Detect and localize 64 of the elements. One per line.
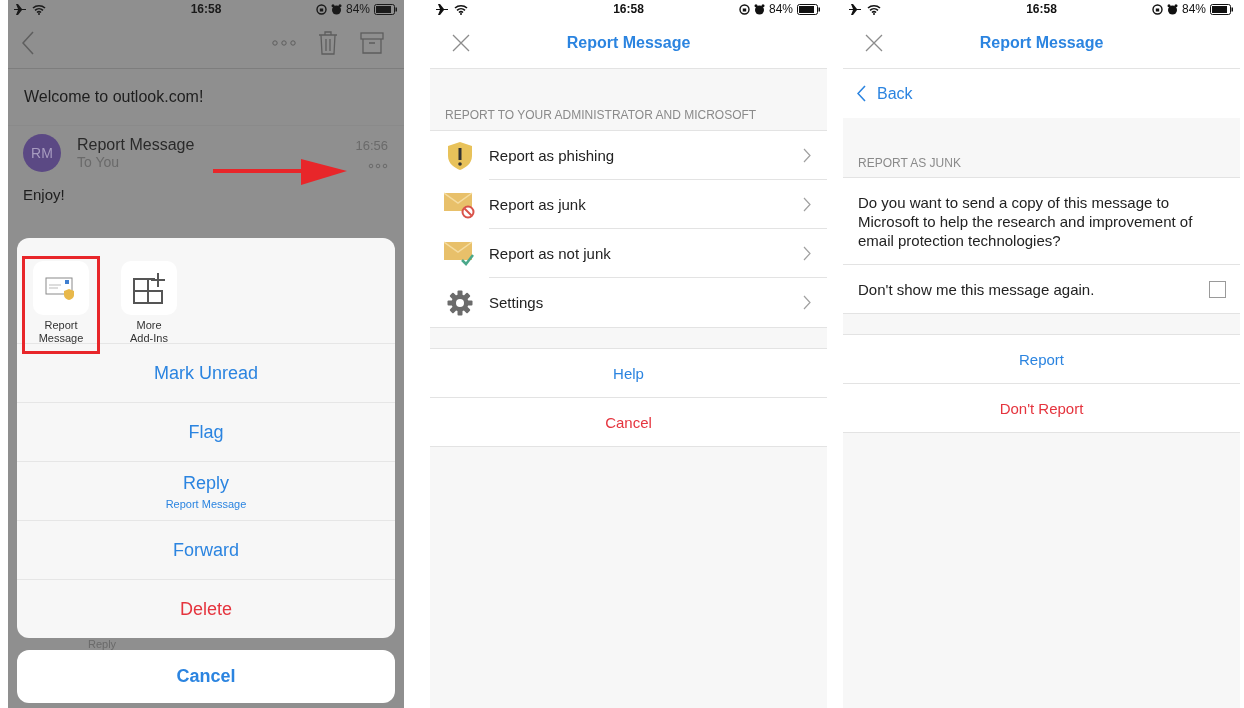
checkbox[interactable] [1209,280,1226,298]
status-time: 16:58 [613,2,644,16]
alarm-icon [330,3,342,15]
add-in-tile[interactable] [33,261,89,315]
wifi-icon [32,3,46,15]
text-button[interactable]: Don't Report [843,384,1240,433]
screen-title: Report Message [566,34,691,52]
action-option[interactable]: Flag [17,403,395,462]
alarm-icon [1166,3,1178,15]
back-icon[interactable] [22,31,34,55]
envelope-shield-icon [45,276,77,300]
battery-icon [1210,3,1234,15]
avatar: RM [23,134,61,172]
back-button[interactable]: Back [857,84,913,103]
battery-icon [374,3,398,15]
action-option[interactable]: Mark Unread [17,344,395,403]
text-button[interactable]: Report [843,335,1240,384]
status-time: 16:58 [190,2,222,16]
add-in-tile[interactable] [121,261,177,315]
rotation-lock-icon [1151,3,1163,15]
sender-name: Report Message [77,136,195,154]
archive-icon[interactable] [360,32,384,54]
more-icon[interactable] [368,162,388,169]
envelope-blocked-icon [443,190,476,219]
section-header: REPORT TO YOUR ADMINISTRATOR AND MICROSOFT [445,108,757,122]
close-icon[interactable] [452,34,470,52]
wifi-icon [454,3,468,15]
message-body: Enjoy! [23,186,65,203]
rotation-lock-icon [315,3,327,15]
chevron-right-icon [803,295,811,310]
airplane-icon [849,3,862,15]
airplane-icon [14,3,27,15]
add-grid-icon [132,271,166,305]
chevron-left-icon [857,85,867,102]
status-time: 16:58 [1026,2,1057,16]
chevron-right-icon [803,196,811,212]
chevron-right-icon [803,245,811,261]
option-label: Don't show me this message again. [858,280,1095,298]
add-in-label: Report Message [38,319,84,345]
screen-title: Report Message [979,34,1104,52]
cancel-button[interactable]: Cancel [17,650,395,703]
battery-icon [797,3,821,15]
shield-warning-icon [446,140,473,171]
battery-percentage: 84% [1181,2,1206,16]
action-option[interactable]: Forward [17,521,395,580]
more-icon[interactable] [272,40,296,46]
action-option[interactable]: Reply Report Message [17,462,395,521]
battery-percentage: 84% [345,2,370,16]
email-subject: Welcome to outlook.com! [24,88,204,106]
envelope-check-icon [443,239,476,268]
text-button[interactable]: Help [430,349,827,398]
text-button[interactable]: Cancel [430,398,827,447]
battery-percentage: 84% [768,2,793,16]
add-in-label: More Add-Ins [129,319,169,345]
chevron-right-icon [803,147,811,163]
alarm-icon [753,3,765,15]
action-option[interactable]: Delete [17,580,395,638]
rotation-lock-icon [738,3,750,15]
wifi-icon [867,3,881,15]
trash-icon[interactable] [318,31,338,55]
section-header: REPORT AS JUNK [858,156,961,170]
question-text: Do you want to send a copy of this message to Microsoft to help the research and improvement of email protection technologies? [858,194,1193,249]
close-icon[interactable] [865,34,883,52]
airplane-icon [436,3,449,15]
